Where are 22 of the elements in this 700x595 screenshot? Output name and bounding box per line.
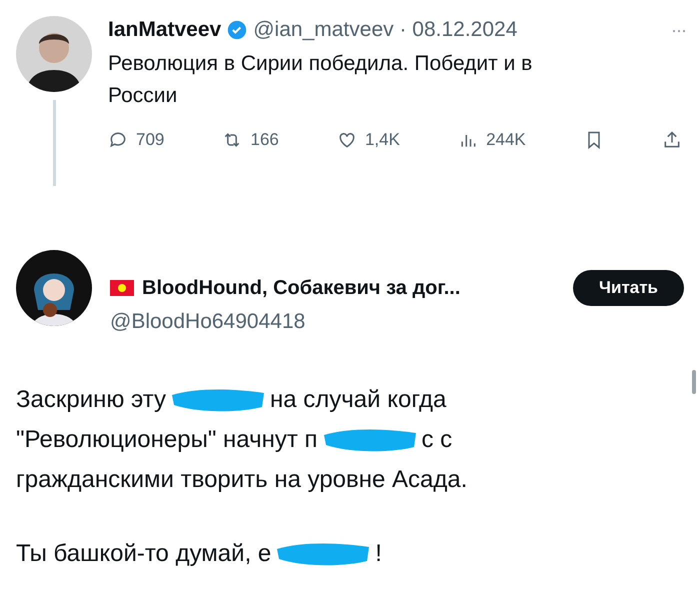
heart-icon[interactable] xyxy=(336,130,357,150)
share-icon[interactable] xyxy=(662,130,682,150)
speech-bubble-icon[interactable] xyxy=(108,130,128,150)
action-count: 166 xyxy=(250,130,279,150)
post-text: Ты башкой-то думай, е xyxy=(16,540,272,568)
post-text: Заскриню эту xyxy=(16,386,166,414)
author-handle[interactable]: @ian_matveev · 08.12.2024 xyxy=(253,18,518,42)
author-name[interactable]: BloodHound, Собакевич за дог... xyxy=(142,276,460,300)
post-text: ! xyxy=(375,540,382,568)
action-count: 1,4K xyxy=(364,130,400,150)
post-text: "Революционеры" начнут п xyxy=(16,426,318,454)
author-handle[interactable]: @BloodHo64904418 xyxy=(110,310,684,334)
post-text: Революция в Сирии победила. Победит и в России xyxy=(108,51,534,109)
author-name[interactable]: IanMatveev xyxy=(108,18,222,42)
action-count: 244K xyxy=(486,130,526,150)
post-text: гражданскими творить на уровне Асада. xyxy=(16,466,468,494)
scrollbar[interactable] xyxy=(692,370,696,394)
flag-icon xyxy=(110,280,134,296)
follow-button[interactable]: Читать xyxy=(573,270,684,306)
action-count: 709 xyxy=(136,130,164,150)
post-text: на случай когда xyxy=(270,386,446,414)
post-text: с с xyxy=(422,426,452,454)
